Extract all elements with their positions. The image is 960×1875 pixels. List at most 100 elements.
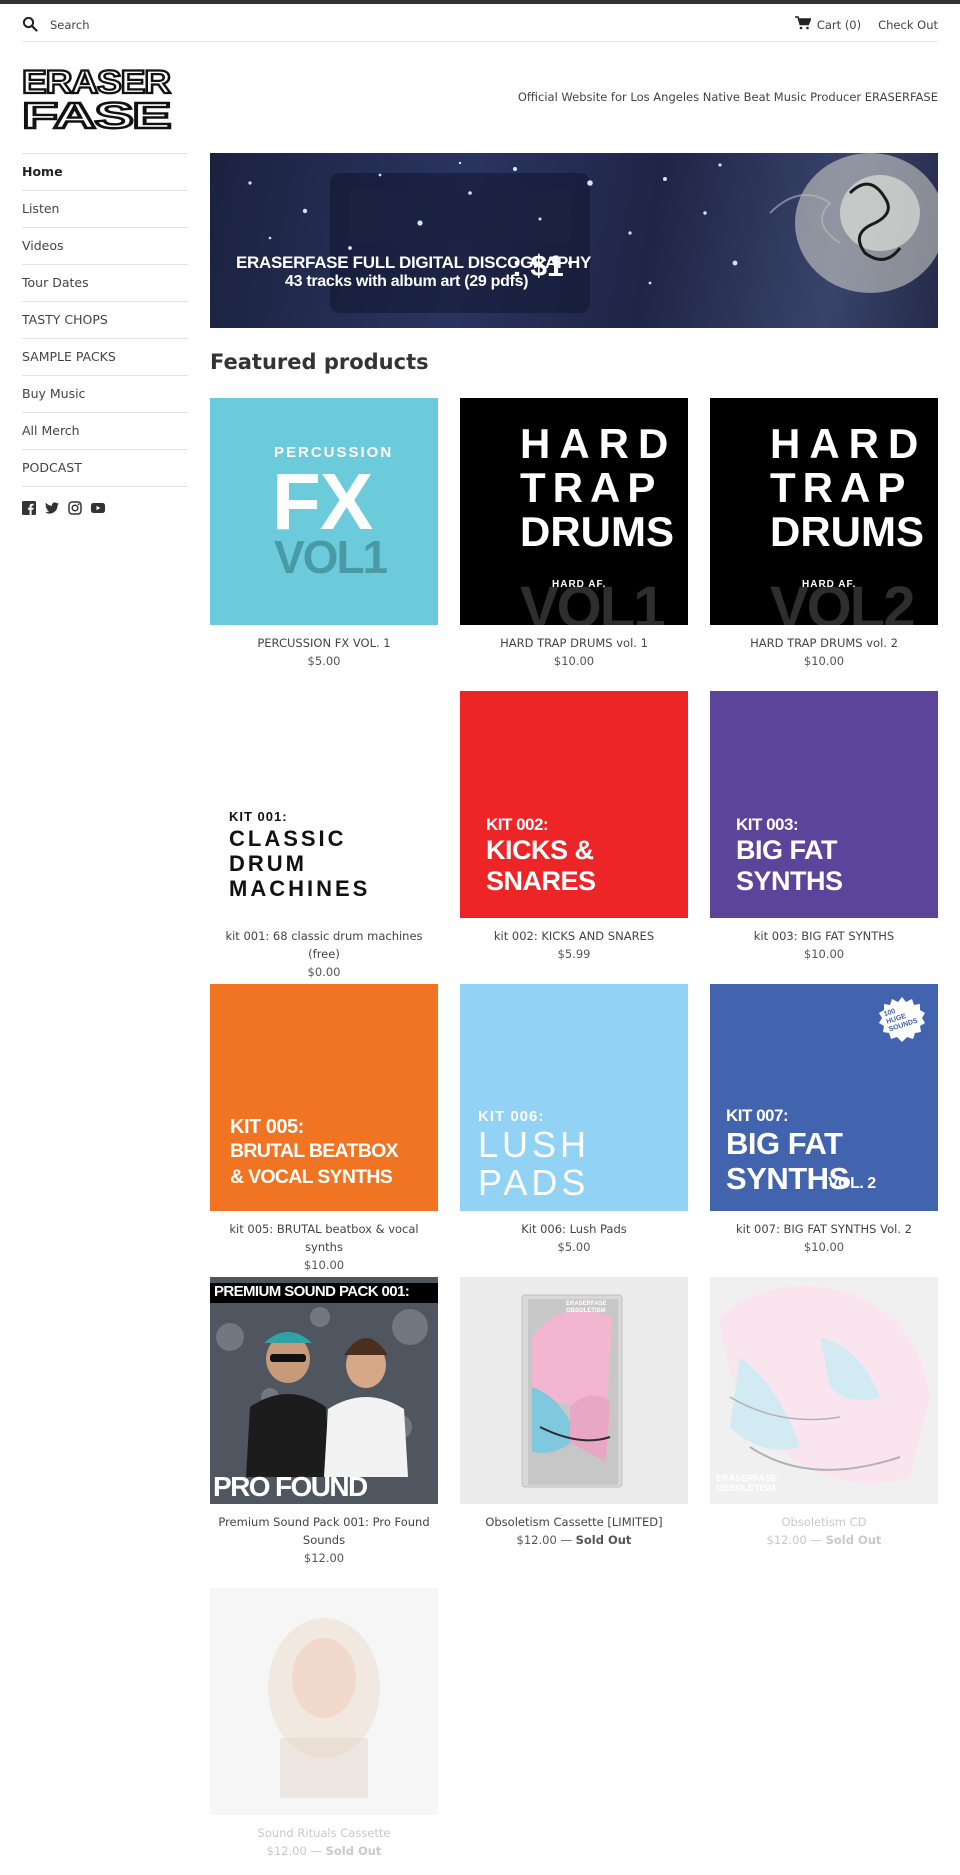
- cover-line: BRUTAL BEATBOX: [230, 1140, 399, 1162]
- product-price: $10.00: [803, 654, 845, 668]
- product-name[interactable]: Premium Sound Pack 001: Pro Found Sounds: [210, 1513, 438, 1549]
- cover-kit-number: KIT 003:: [736, 815, 799, 834]
- product-name[interactable]: kit 003: BIG FAT SYNTHS: [710, 927, 938, 945]
- product-image: VOL1 HARD TRAP DRUMS HARD AF.: [460, 398, 688, 625]
- sidebar-divider: [22, 486, 188, 487]
- sidebar-item-buy-music[interactable]: Buy Music: [22, 375, 188, 412]
- product-name[interactable]: HARD TRAP DRUMS vol. 2: [710, 634, 938, 652]
- product-image: 100 HUGE SOUNDS KIT 007: BIG FAT SYNTHS …: [710, 984, 938, 1211]
- product-card[interactable]: KIT 003: BIG FAT SYNTHS kit 003: BIG FAT…: [710, 691, 938, 963]
- sidebar-item-home[interactable]: Home: [22, 153, 188, 190]
- product-image: ERASERFASE OBSOLETISM: [460, 1277, 688, 1504]
- product-name[interactable]: kit 007: BIG FAT SYNTHS Vol. 2: [710, 1220, 938, 1238]
- sidebar-item-sample-packs[interactable]: SAMPLE PACKS: [22, 338, 188, 375]
- product-image: KIT 005: BRUTAL BEATBOX & VOCAL SYNTHS: [210, 984, 438, 1211]
- product-image: [210, 1588, 438, 1815]
- site-logo[interactable]: ERASER FASE: [21, 63, 173, 137]
- cover-line: CLASSIC: [229, 826, 347, 851]
- hero-banner[interactable]: ERASERFASE FULL DIGITAL DISCOGRAPHY 43 t…: [210, 153, 938, 328]
- product-name[interactable]: kit 001: 68 classic drum machines (free): [210, 927, 438, 963]
- cover-kit-number: KIT 006:: [478, 1108, 545, 1125]
- cover-line: DRUMS: [770, 508, 924, 555]
- product-card[interactable]: VOL2 HARD TRAP DRUMS HARD AF. HARD TRAP …: [710, 398, 938, 670]
- cover-line: HARD: [520, 420, 678, 467]
- product-name[interactable]: Sound Rituals Cassette: [210, 1824, 438, 1842]
- product-card[interactable]: KIT 001: CLASSIC DRUM MACHINES kit 001: …: [210, 691, 438, 981]
- cover-kit-number: KIT 007:: [726, 1106, 789, 1125]
- product-card[interactable]: KIT 006: LUSH PADS Kit 006: Lush Pads $5…: [460, 984, 688, 1256]
- product-card[interactable]: VOL1 HARD TRAP DRUMS HARD AF. HARD TRAP …: [460, 398, 688, 670]
- product-image: PREMIUM SOUND PACK 001: PRO FOUND SOUNDS: [210, 1277, 438, 1504]
- instagram-icon[interactable]: [68, 501, 82, 518]
- cover-line: BIG FAT: [736, 835, 838, 865]
- cart-label: Cart (0): [816, 17, 862, 32]
- sold-out-label: Sold Out: [575, 1533, 632, 1547]
- svg-text:FASE: FASE: [22, 95, 170, 130]
- product-image: PERCUSSION FX VOL1: [210, 398, 438, 625]
- product-name[interactable]: Kit 006: Lush Pads: [460, 1220, 688, 1238]
- product-price: $5.00: [557, 1240, 591, 1254]
- sold-out-label: Sold Out: [325, 1844, 382, 1858]
- cd-label: ERASERFASE OBSOLETISM: [716, 1473, 778, 1493]
- sidebar-item-listen[interactable]: Listen: [22, 190, 188, 227]
- product-card[interactable]: PREMIUM SOUND PACK 001: PRO FOUND SOUNDS…: [210, 1277, 438, 1567]
- cover-line: TRAP: [520, 464, 663, 511]
- product-price: $10.00: [303, 1258, 345, 1272]
- product-card[interactable]: 100 HUGE SOUNDS KIT 007: BIG FAT SYNTHS …: [710, 984, 938, 1256]
- product-price: $5.00: [307, 654, 341, 668]
- product-card[interactable]: KIT 002: KICKS & SNARES kit 002: KICKS A…: [460, 691, 688, 963]
- sidebar-item-podcast[interactable]: PODCAST: [22, 449, 188, 486]
- product-card[interactable]: KIT 005: BRUTAL BEATBOX & VOCAL SYNTHS k…: [210, 984, 438, 1274]
- twitter-icon[interactable]: [45, 501, 59, 518]
- product-name[interactable]: Obsoletism Cassette [LIMITED]: [460, 1513, 688, 1531]
- cover-line: HARD: [770, 420, 928, 467]
- cover-line: BIG FAT: [726, 1126, 843, 1161]
- product-price: $12.00: [766, 1533, 807, 1547]
- product-price: $10.00: [803, 1240, 845, 1254]
- cover-line: & VOCAL SYNTHS: [230, 1166, 393, 1188]
- header: Cart (0) Check Out: [22, 4, 938, 42]
- product-card[interactable]: PERCUSSION FX VOL1 PERCUSSION FX VOL. 1 …: [210, 398, 438, 670]
- cover-volume: VOL1: [274, 531, 388, 583]
- sidebar-item-all-merch[interactable]: All Merch: [22, 412, 188, 449]
- cover-photo: [210, 1277, 438, 1504]
- sidebar-nav: Home Listen Videos Tour Dates TASTY CHOP…: [22, 153, 188, 518]
- search-form[interactable]: [22, 12, 250, 38]
- sidebar-item-videos[interactable]: Videos: [22, 227, 188, 264]
- banner-background-art: [248, 153, 938, 313]
- product-price: $0.00: [307, 965, 341, 979]
- sidebar-item-tour-dates[interactable]: Tour Dates: [22, 264, 188, 301]
- product-card[interactable]: ERASERFASE OBSOLETISM Obsoletism Cassett…: [460, 1277, 688, 1549]
- cover-tag: HARD AF.: [802, 579, 857, 590]
- product-name[interactable]: HARD TRAP DRUMS vol. 1: [460, 634, 688, 652]
- featured-products-heading: Featured products: [210, 350, 429, 374]
- youtube-icon[interactable]: [91, 501, 105, 518]
- cover-kit-number: KIT 001:: [229, 809, 288, 824]
- cover-line: LUSH: [478, 1124, 591, 1165]
- product-name[interactable]: kit 002: KICKS AND SNARES: [460, 927, 688, 945]
- banner-price: : $1: [512, 250, 564, 283]
- facebook-icon[interactable]: [22, 501, 36, 518]
- checkout-link[interactable]: Check Out: [878, 18, 938, 32]
- sold-out-label: Sold Out: [825, 1533, 882, 1547]
- cart-link[interactable]: Cart (0): [794, 16, 862, 33]
- product-name[interactable]: Obsoletism CD: [710, 1513, 938, 1531]
- cover-kit-number: KIT 005:: [230, 1116, 304, 1138]
- product-name[interactable]: PERCUSSION FX VOL. 1: [210, 634, 438, 652]
- cover-line: TRAP: [770, 464, 913, 511]
- sidebar-item-tasty-chops[interactable]: TASTY CHOPS: [22, 301, 188, 338]
- product-name[interactable]: kit 005: BRUTAL beatbox & vocal synths: [210, 1220, 438, 1256]
- cd-artwork: [710, 1277, 938, 1504]
- cart-icon: [794, 16, 817, 33]
- product-card[interactable]: ERASERFASE OBSOLETISM Obsoletism CD $12.…: [710, 1277, 938, 1549]
- product-price: $10.00: [553, 654, 595, 668]
- product-price-row: $12.00 — Sold Out: [516, 1533, 632, 1547]
- product-card[interactable]: Sound Rituals Cassette $12.00 — Sold Out: [210, 1588, 438, 1860]
- search-icon[interactable]: [22, 16, 38, 35]
- cover-line: SYNTHS: [736, 866, 843, 896]
- search-input[interactable]: [50, 18, 250, 32]
- cover-line: MACHINES: [229, 876, 371, 901]
- cover-line: KICKS &: [486, 835, 594, 865]
- product-image: KIT 003: BIG FAT SYNTHS: [710, 691, 938, 918]
- cassette-artwork: [210, 1588, 438, 1815]
